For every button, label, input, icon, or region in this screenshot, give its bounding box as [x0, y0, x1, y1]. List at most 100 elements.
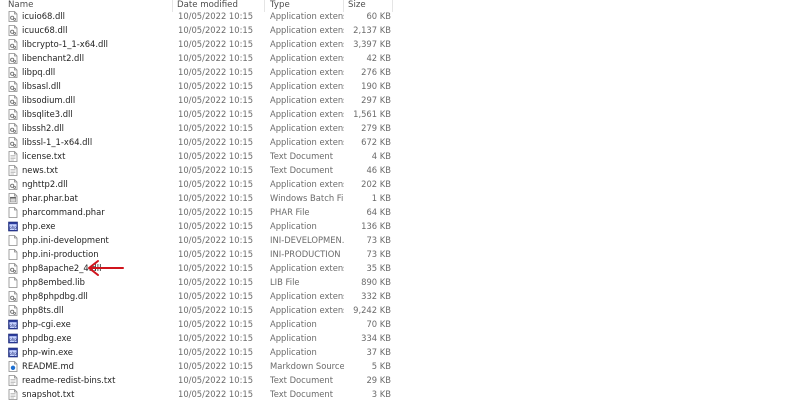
file-type: Application extens... — [270, 137, 344, 147]
file-row[interactable]: pharcommand.phar 10/05/2022 10:15 PHAR Fil… — [0, 205, 400, 219]
file-type: Application extens... — [270, 81, 344, 91]
file-name: libpq.dll — [22, 67, 56, 77]
file-name: libenchant2.dll — [22, 53, 85, 63]
file-name: snapshot.txt — [22, 389, 75, 399]
svg-text:php: php — [9, 225, 17, 230]
text-file-icon — [8, 375, 18, 386]
file-row[interactable]: php phpdbg.exe 10/05/2022 10:15 Application… — [0, 331, 400, 345]
file-name: phpdbg.exe — [22, 333, 72, 343]
file-row[interactable]: php8apache2_4.dll 10/05/2022 10:15 Applica… — [0, 261, 400, 275]
file-size: 64 KB — [366, 207, 391, 217]
file-row[interactable]: php php-cgi.exe 10/05/2022 10:15 Applicatio… — [0, 317, 400, 331]
file-type: INI-DEVELOPMEN... — [270, 235, 344, 245]
file-row[interactable]: README.md 10/05/2022 10:15 Markdown Source… — [0, 359, 400, 373]
file-row[interactable]: libssh2.dll 10/05/2022 10:15 Application e… — [0, 121, 400, 135]
exe-file-icon: php — [8, 347, 18, 358]
dll-file-icon — [8, 137, 18, 148]
file-date-modified: 10/05/2022 10:15 — [178, 277, 254, 287]
file-date-modified: 10/05/2022 10:15 — [178, 361, 254, 371]
file-row[interactable]: icuio68.dll 10/05/2022 10:15 Application e… — [0, 9, 400, 23]
file-row[interactable]: snapshot.txt 10/05/2022 10:15 Text Documen… — [0, 387, 400, 401]
file-name: icuio68.dll — [22, 11, 65, 21]
dll-file-icon — [8, 123, 18, 134]
file-row[interactable]: php8phpdbg.dll 10/05/2022 10:15 Applicatio… — [0, 289, 400, 303]
file-date-modified: 10/05/2022 10:15 — [178, 95, 254, 105]
file-type: Text Document — [270, 389, 333, 399]
file-size: 35 KB — [366, 263, 391, 273]
file-name: php.ini-development — [22, 235, 109, 245]
file-type: Application extens... — [270, 123, 344, 133]
file-row[interactable]: libsasl.dll 10/05/2022 10:15 Application e… — [0, 79, 400, 93]
file-row[interactable]: php.ini-production 10/05/2022 10:15 INI-PR… — [0, 247, 400, 261]
file-row[interactable]: php php-win.exe 10/05/2022 10:15 Applicatio… — [0, 345, 400, 359]
dll-file-icon — [8, 53, 18, 64]
file-date-modified: 10/05/2022 10:15 — [178, 53, 254, 63]
file-type: Application — [270, 319, 317, 329]
file-size: 190 KB — [361, 81, 391, 91]
exe-file-icon: php — [8, 221, 18, 232]
file-row[interactable]: php php.exe 10/05/2022 10:15 Application 136… — [0, 219, 400, 233]
file-size: 9,242 KB — [353, 305, 391, 315]
file-row[interactable]: libcrypto-1_1-x64.dll 10/05/2022 10:15 App… — [0, 37, 400, 51]
file-row[interactable]: libpq.dll 10/05/2022 10:15 Application ext… — [0, 65, 400, 79]
file-date-modified: 10/05/2022 10:15 — [178, 25, 254, 35]
file-name: icuuc68.dll — [22, 25, 68, 35]
file-type: Application — [270, 347, 317, 357]
file-row[interactable]: libsodium.dll 10/05/2022 10:15 Application… — [0, 93, 400, 107]
file-row[interactable]: libsqlite3.dll 10/05/2022 10:15 Applicatio… — [0, 107, 400, 121]
dll-file-icon — [8, 109, 18, 120]
file-type: Application extens... — [270, 291, 344, 301]
file-date-modified: 10/05/2022 10:15 — [178, 249, 254, 259]
blank-file-icon — [8, 235, 18, 246]
file-type: Application extens... — [270, 179, 344, 189]
blank-file-icon — [8, 277, 18, 288]
file-type: Application extens... — [270, 263, 344, 273]
file-size: 5 KB — [371, 361, 391, 371]
red-arrow-annotation — [88, 260, 124, 276]
batch-file-icon — [8, 193, 18, 204]
file-type: Text Document — [270, 151, 333, 161]
file-row[interactable]: php.ini-development 10/05/2022 10:15 INI-D… — [0, 233, 400, 247]
dll-file-icon — [8, 305, 18, 316]
svg-text:php: php — [9, 323, 17, 328]
file-row[interactable]: readme-redist-bins.txt 10/05/2022 10:15 Te… — [0, 373, 400, 387]
file-date-modified: 10/05/2022 10:15 — [178, 333, 254, 343]
file-row[interactable]: libssl-1_1-x64.dll 10/05/2022 10:15 Applic… — [0, 135, 400, 149]
file-row[interactable]: news.txt 10/05/2022 10:15 Text Document 46 … — [0, 163, 400, 177]
file-type: Text Document — [270, 165, 333, 175]
file-name: readme-redist-bins.txt — [22, 375, 116, 385]
file-type: PHAR File — [270, 207, 310, 217]
file-date-modified: 10/05/2022 10:15 — [178, 67, 254, 77]
file-name: php8ts.dll — [22, 305, 64, 315]
file-name: php-win.exe — [22, 347, 73, 357]
file-date-modified: 10/05/2022 10:15 — [178, 11, 254, 21]
file-row[interactable]: icuuc68.dll 10/05/2022 10:15 Application e… — [0, 23, 400, 37]
file-row[interactable]: libenchant2.dll 10/05/2022 10:15 Applicati… — [0, 51, 400, 65]
file-type: INI-PRODUCTION ... — [270, 249, 344, 259]
file-type: Application extens... — [270, 67, 344, 77]
file-size: 37 KB — [366, 347, 391, 357]
dll-file-icon — [8, 39, 18, 50]
file-name: phar.phar.bat — [22, 193, 78, 203]
dll-file-icon — [8, 263, 18, 274]
file-row[interactable]: phar.phar.bat 10/05/2022 10:15 Windows Bat… — [0, 191, 400, 205]
file-type: Application extens... — [270, 95, 344, 105]
file-row[interactable]: license.txt 10/05/2022 10:15 Text Document… — [0, 149, 400, 163]
file-type: Application extens... — [270, 11, 344, 21]
blank-file-icon — [8, 207, 18, 218]
file-type: Application extens... — [270, 39, 344, 49]
file-name: php.exe — [22, 221, 56, 231]
file-size: 672 KB — [361, 137, 391, 147]
dll-file-icon — [8, 291, 18, 302]
file-row[interactable]: php8ts.dll 10/05/2022 10:15 Application ex… — [0, 303, 400, 317]
file-row[interactable]: php8embed.lib 10/05/2022 10:15 LIB File 890… — [0, 275, 400, 289]
file-date-modified: 10/05/2022 10:15 — [178, 123, 254, 133]
svg-text:php: php — [9, 351, 17, 356]
file-type: Windows Batch File — [270, 193, 344, 203]
file-name: README.md — [22, 361, 74, 371]
file-date-modified: 10/05/2022 10:15 — [178, 263, 254, 273]
svg-text:php: php — [9, 337, 17, 342]
file-row[interactable]: nghttp2.dll 10/05/2022 10:15 Application e… — [0, 177, 400, 191]
file-date-modified: 10/05/2022 10:15 — [178, 291, 254, 301]
file-type: Application — [270, 333, 317, 343]
